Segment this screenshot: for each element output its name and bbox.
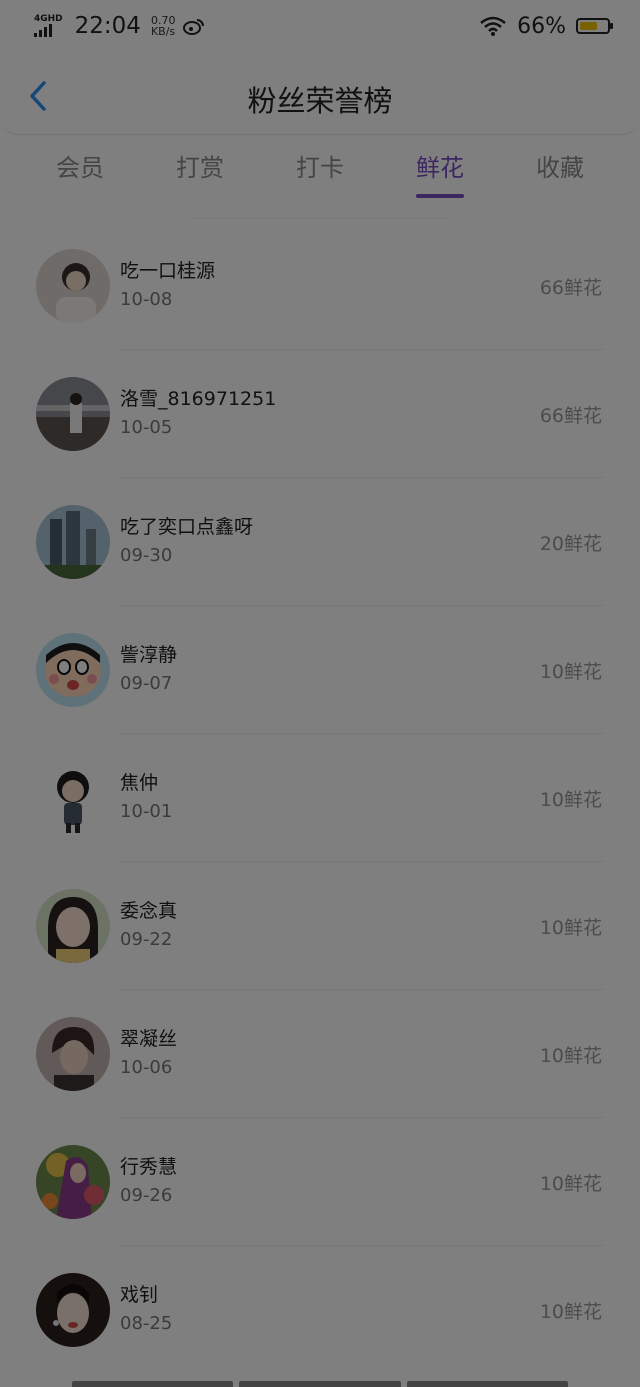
tab-reward[interactable]: 打赏	[150, 140, 250, 202]
tab-bar: 会员 打赏 打卡 鲜花 收藏	[0, 140, 640, 202]
avatar	[36, 889, 110, 963]
battery-level	[580, 22, 598, 30]
flower-count: 66鲜花	[539, 276, 602, 299]
bottom-tab-strip	[72, 1381, 568, 1387]
fan-name: 吃一口桂源	[120, 260, 216, 282]
avatar	[36, 1017, 110, 1091]
flower-count: 10鲜花	[539, 1300, 602, 1323]
list-item[interactable]: 吃一口桂源 10-08 66鲜花	[0, 222, 640, 350]
flower-count: 10鲜花	[539, 1044, 602, 1067]
flower-count: 10鲜花	[539, 1172, 602, 1195]
list-item[interactable]: 洛雪_816971251 10-05 66鲜花	[0, 350, 640, 478]
list-item[interactable]: 委念真 09-22 10鲜花	[0, 862, 640, 990]
battery-icon	[576, 18, 613, 34]
weibo-icon	[183, 19, 205, 35]
fan-name: 委念真	[120, 900, 178, 922]
flower-count: 10鲜花	[539, 660, 602, 683]
tab-flowers[interactable]: 鲜花	[390, 140, 490, 202]
fan-date: 09-22	[120, 929, 173, 950]
list-item[interactable]: 行秀慧 09-26 10鲜花	[0, 1118, 640, 1246]
list-item[interactable]: 翠凝丝 10-06 10鲜花	[0, 990, 640, 1118]
avatar	[36, 1273, 110, 1347]
tab-divider	[190, 218, 450, 219]
fan-date: 09-26	[120, 1185, 173, 1206]
fan-name: 訾淳静	[120, 644, 178, 666]
ranking-list: 吃一口桂源 10-08 66鲜花 洛雪_816971251 10-05 66鲜花…	[0, 222, 640, 1374]
avatar	[36, 249, 110, 323]
header: 粉丝荣誉榜	[0, 58, 640, 135]
fan-name: 焦仲	[120, 772, 159, 794]
avatar	[36, 633, 110, 707]
fan-name: 翠凝丝	[120, 1028, 178, 1050]
fan-name: 戏钊	[120, 1284, 159, 1306]
fan-date: 10-05	[120, 417, 173, 438]
list-item[interactable]: 訾淳静 09-07 10鲜花	[0, 606, 640, 734]
battery-percent: 66%	[517, 13, 566, 39]
fan-date: 10-08	[120, 289, 173, 310]
tab-checkin[interactable]: 打卡	[270, 140, 370, 202]
avatar	[36, 377, 110, 451]
tab-favorites[interactable]: 收藏	[510, 140, 610, 202]
avatar	[36, 505, 110, 579]
flower-count: 66鲜花	[539, 404, 602, 427]
wifi-icon	[480, 16, 506, 36]
fan-date: 08-25	[120, 1313, 173, 1334]
status-time: 22:04	[74, 13, 141, 39]
fan-name: 吃了奕口点鑫呀	[120, 516, 254, 538]
fan-name: 行秀慧	[120, 1156, 178, 1178]
list-item[interactable]: 戏钊 08-25 10鲜花	[0, 1246, 640, 1374]
flower-count: 10鲜花	[539, 916, 602, 939]
signal-icon: 4GHD	[34, 15, 63, 37]
fan-name: 洛雪_816971251	[120, 388, 277, 410]
fan-date: 09-30	[120, 545, 173, 566]
avatar	[36, 1145, 110, 1219]
fan-date: 09-07	[120, 673, 173, 694]
flower-count: 20鲜花	[539, 532, 602, 555]
tab-member[interactable]: 会员	[30, 140, 130, 202]
status-bar: 4GHD 22:04 0.70 KB/s 66%	[0, 0, 640, 52]
list-item[interactable]: 吃了奕口点鑫呀 09-30 20鲜花	[0, 478, 640, 606]
fan-date: 10-01	[120, 801, 173, 822]
avatar	[36, 761, 110, 835]
network-speed: 0.70 KB/s	[150, 14, 176, 38]
flower-count: 10鲜花	[539, 788, 602, 811]
fan-date: 10-06	[120, 1057, 173, 1078]
network-type: 4GHD	[34, 14, 63, 24]
list-item[interactable]: 焦仲 10-01 10鲜花	[0, 734, 640, 862]
page-title: 粉丝荣誉榜	[247, 84, 393, 118]
